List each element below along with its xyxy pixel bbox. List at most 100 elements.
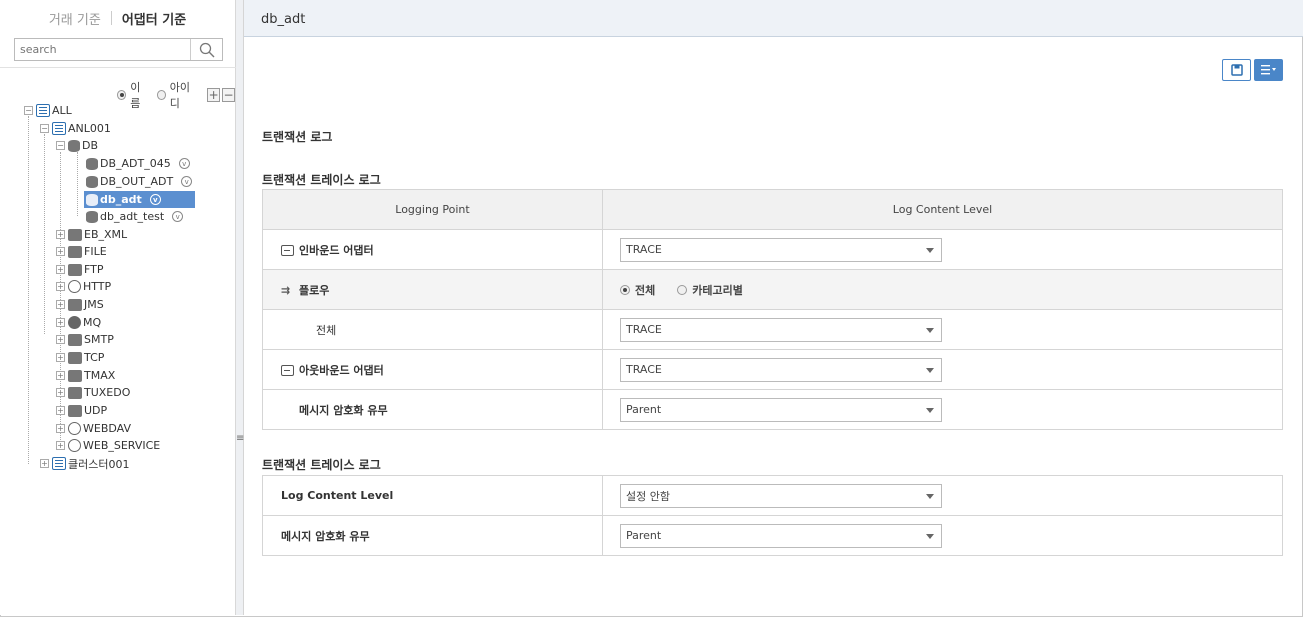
more-menu-button[interactable] — [1254, 59, 1283, 81]
tree-node-cluster001[interactable]: + 클러스터001 — [40, 455, 129, 472]
ebxml-icon — [68, 228, 82, 241]
tree-node-mq[interactable]: + MQ — [56, 314, 101, 331]
tree-node-label: TMAX — [84, 369, 116, 382]
collapse-all-button[interactable]: − — [222, 88, 235, 102]
expand-toggle[interactable]: + — [56, 406, 65, 415]
tree-line — [28, 116, 29, 464]
select-value: TRACE — [626, 323, 662, 336]
trace-log-table-2: Log Content Level 설정 안함 메시지 암호화 유무 Paren… — [262, 475, 1283, 556]
list-menu-icon — [1260, 65, 1276, 75]
tab-transaction-basis[interactable]: 거래 기준 — [39, 9, 111, 28]
tree-node-label: db_adt_test — [100, 210, 165, 223]
tree-node-smtp[interactable]: + SMTP — [56, 331, 114, 348]
tuxedo-icon — [68, 386, 82, 399]
expand-toggle[interactable]: + — [56, 424, 65, 433]
expand-toggle[interactable]: + — [56, 230, 65, 239]
udp-icon — [68, 404, 82, 417]
tree-node-ftp[interactable]: + FTP — [56, 261, 104, 278]
tree-node-label: DB — [82, 139, 99, 152]
tree-node-label: JMS — [84, 298, 104, 311]
expand-toggle[interactable]: + — [40, 459, 49, 468]
log-content-level-select[interactable]: 설정 안함 — [620, 483, 942, 508]
flow-all-level-select[interactable]: TRACE — [620, 317, 942, 342]
tree-node-label: FILE — [84, 245, 107, 258]
inbound-level-select[interactable]: TRACE — [620, 237, 942, 262]
tree-node-http[interactable]: + HTTP — [56, 278, 111, 295]
tree-node-web-service[interactable]: + WEB_SERVICE — [56, 437, 160, 454]
expand-toggle[interactable]: + — [56, 247, 65, 256]
expand-toggle[interactable]: + — [56, 388, 65, 397]
ftp-icon — [68, 263, 82, 276]
collapse-toggle[interactable]: − — [40, 124, 49, 133]
row-label: 전체 — [262, 309, 603, 350]
expand-toggle[interactable]: + — [56, 265, 65, 274]
row-label: 아웃바운드 어댑터 — [262, 349, 603, 390]
tree-node-label: EB_XML — [84, 228, 128, 241]
radio-flow-all[interactable] — [620, 284, 630, 295]
left-tabs: 거래 기준 어댑터 기준 — [0, 0, 235, 36]
tree-node-tcp[interactable]: + TCP — [56, 349, 104, 366]
expand-all-button[interactable]: + — [207, 88, 221, 102]
panel-splitter[interactable]: ≡ — [236, 0, 244, 615]
flow-mode-radios: 전체 카테고리별 — [620, 282, 1282, 298]
tree-node-jms[interactable]: + JMS — [56, 296, 104, 313]
flow-label: 플로우 — [299, 283, 330, 297]
table-cell: Parent — [602, 389, 1283, 430]
expand-toggle[interactable]: + — [56, 335, 65, 344]
table-cell: TRACE — [602, 229, 1283, 270]
tree-node-anl001[interactable]: − ANL001 — [40, 120, 111, 137]
chevron-down-icon[interactable]: v — [172, 211, 184, 222]
tree-line — [44, 134, 45, 334]
expand-toggle[interactable]: + — [56, 282, 65, 291]
tree-node-label: db_adt — [100, 193, 142, 206]
select-value: TRACE — [626, 243, 662, 256]
tree-node-db-out-adt[interactable]: DB_OUT_ADT v — [86, 173, 193, 190]
save-button[interactable] — [1222, 59, 1251, 81]
tree-node-label: WEB_SERVICE — [83, 439, 161, 452]
collapse-toggle[interactable]: − — [24, 106, 33, 115]
radio-id-label: 아이디 — [169, 81, 191, 110]
chevron-down-icon[interactable]: v — [149, 194, 161, 205]
section-title-transaction-log: 트랜잭션 로그 — [262, 130, 333, 144]
tree-node-tmax[interactable]: + TMAX — [56, 367, 115, 384]
expand-toggle[interactable]: + — [56, 441, 65, 450]
outbound-label: 아웃바운드 어댑터 — [299, 363, 384, 377]
table-row-outbound: 아웃바운드 어댑터 TRACE — [262, 349, 1283, 390]
expand-toggle[interactable]: + — [56, 318, 65, 327]
select-value: Parent — [626, 529, 662, 542]
tree-node-all[interactable]: − ALL — [24, 102, 72, 119]
tree-node-udp[interactable]: + UDP — [56, 402, 107, 419]
search-input[interactable] — [15, 39, 190, 60]
tree-node-webdav[interactable]: + WEBDAV — [56, 420, 131, 437]
collapse-toggle[interactable]: − — [56, 141, 65, 150]
expand-toggle[interactable]: + — [56, 300, 65, 309]
expand-toggle[interactable]: + — [56, 371, 65, 380]
tree-node-tuxedo[interactable]: + TUXEDO — [56, 384, 130, 401]
tree-node-db-adt-selected[interactable]: db_adt v — [84, 191, 195, 208]
tree-node-db-adt-045[interactable]: DB_ADT_045 v — [86, 155, 190, 172]
select-value: Parent — [626, 403, 662, 416]
radio-id[interactable] — [156, 90, 166, 100]
radio-flow-category[interactable] — [677, 284, 688, 295]
chevron-down-icon[interactable]: v — [178, 158, 190, 169]
tree-node-label: ALL — [52, 104, 72, 117]
tree-node-eb-xml[interactable]: + EB_XML — [56, 226, 127, 243]
outbound-level-select[interactable]: TRACE — [620, 357, 942, 382]
tree-node-label: 클러스터001 — [68, 457, 130, 471]
tree-node-label: UDP — [84, 404, 108, 417]
radio-name[interactable] — [117, 90, 127, 100]
flow-icon: ⇉ — [281, 283, 291, 297]
search-button[interactable] — [190, 39, 222, 60]
expand-toggle[interactable]: + — [56, 353, 65, 362]
row-label: 메시지 암호화 유무 — [262, 389, 603, 430]
splitter-grip-icon[interactable]: ≡ — [236, 433, 244, 444]
tcp-icon — [68, 351, 82, 364]
tab-adapter-basis[interactable]: 어댑터 기준 — [112, 9, 196, 28]
tree-node-db[interactable]: − DB — [56, 137, 98, 154]
table-row-all: 전체 TRACE — [262, 309, 1283, 350]
encrypt-select[interactable]: Parent — [620, 397, 942, 422]
encrypt-select-2[interactable]: Parent — [620, 523, 942, 548]
chevron-down-icon[interactable]: v — [181, 176, 193, 187]
tree-node-db-adt-test[interactable]: db_adt_test v — [86, 208, 184, 225]
tree-node-file[interactable]: + FILE — [56, 243, 107, 260]
